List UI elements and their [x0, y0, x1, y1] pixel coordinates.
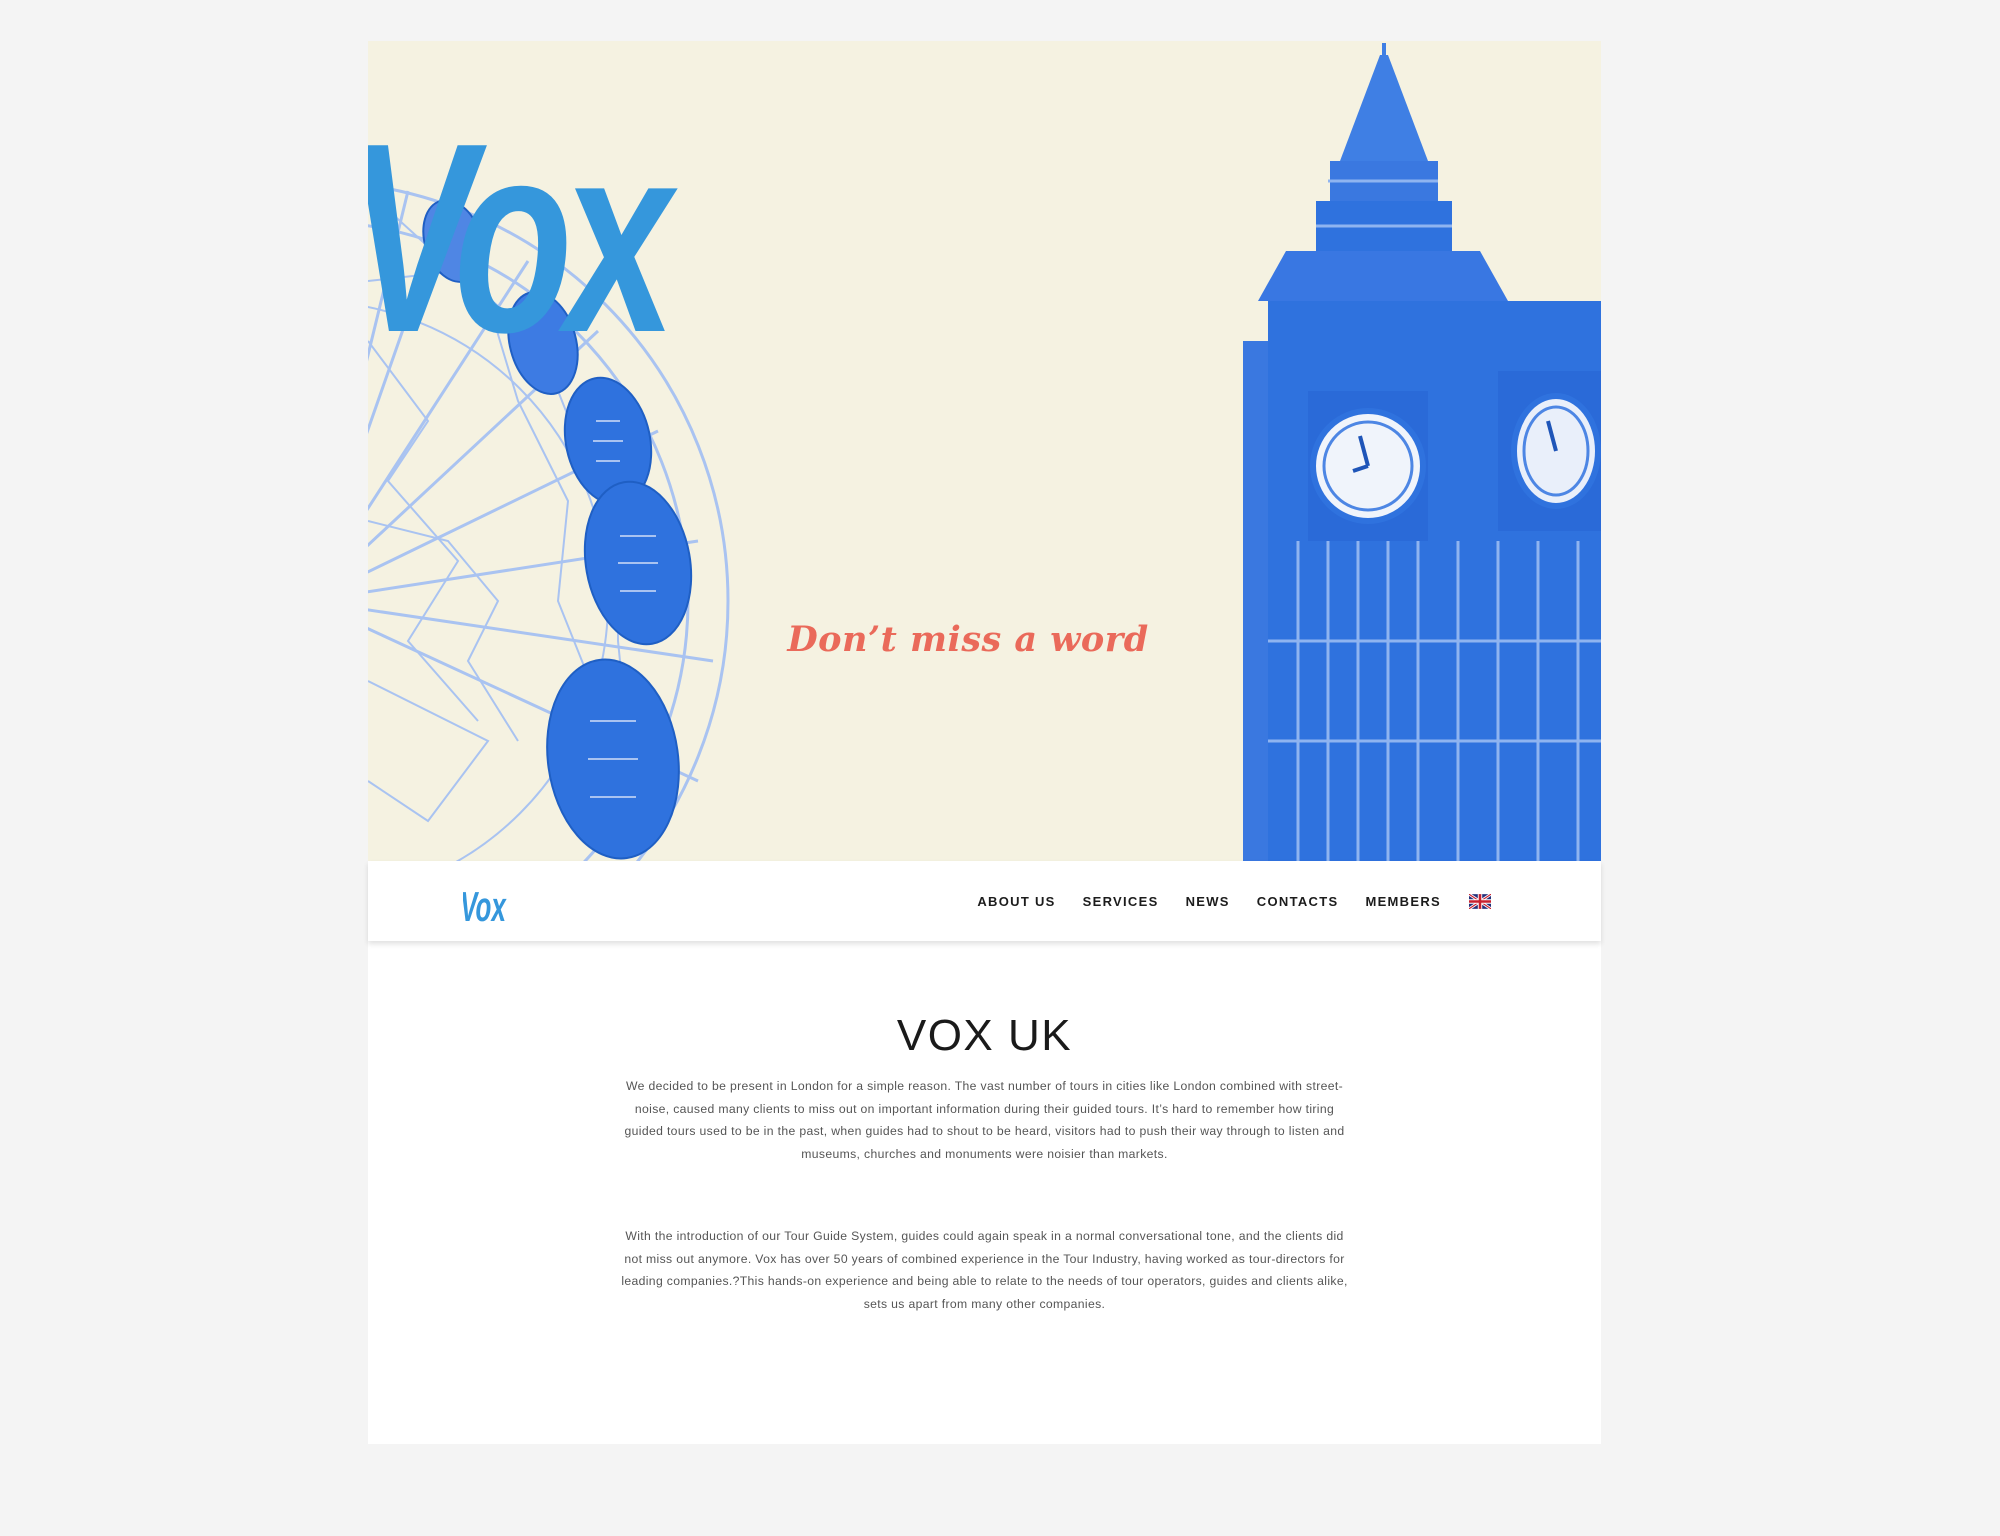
intro-paragraph: We decided to be present in London for a…: [624, 1079, 1345, 1161]
nav-item-members[interactable]: MEMBERS: [1365, 894, 1441, 909]
clock-face-side: [1498, 371, 1601, 531]
page-title: VOX UK: [896, 1011, 1073, 1060]
hero-banner: Vox Don’t miss a word: [368, 41, 1601, 861]
nav-menu: ABOUT US SERVICES NEWS CONTACTS MEMBERS: [950, 861, 1491, 941]
nav-logo-text: Vox: [463, 883, 509, 925]
about-section: VOX UK We decided to be present in Londo…: [368, 971, 1601, 1315]
main-navbar: Vox ABOUT US SERVICES NEWS CONTACTS MEMB…: [368, 861, 1601, 941]
hero-logo-text: Vox: [368, 88, 693, 341]
nav-item-about-us[interactable]: ABOUT US: [977, 894, 1055, 909]
nav-item-news[interactable]: NEWS: [1186, 894, 1230, 909]
uk-flag-icon[interactable]: [1469, 893, 1491, 909]
big-ben-illustration: [1243, 43, 1601, 861]
hero-tagline: Don’t miss a word: [787, 619, 1149, 660]
vox-hero-logo: Vox: [368, 88, 693, 341]
page-frame: Vox Don’t miss a word Vox ABOUT US SERVI…: [368, 41, 1601, 1444]
clock-face-front: [1308, 391, 1428, 541]
vox-nav-logo[interactable]: Vox: [463, 881, 511, 925]
nav-item-contacts[interactable]: CONTACTS: [1257, 894, 1339, 909]
nav-item-services[interactable]: SERVICES: [1083, 894, 1159, 909]
experience-paragraph: With the introduction of our Tour Guide …: [621, 1229, 1348, 1311]
